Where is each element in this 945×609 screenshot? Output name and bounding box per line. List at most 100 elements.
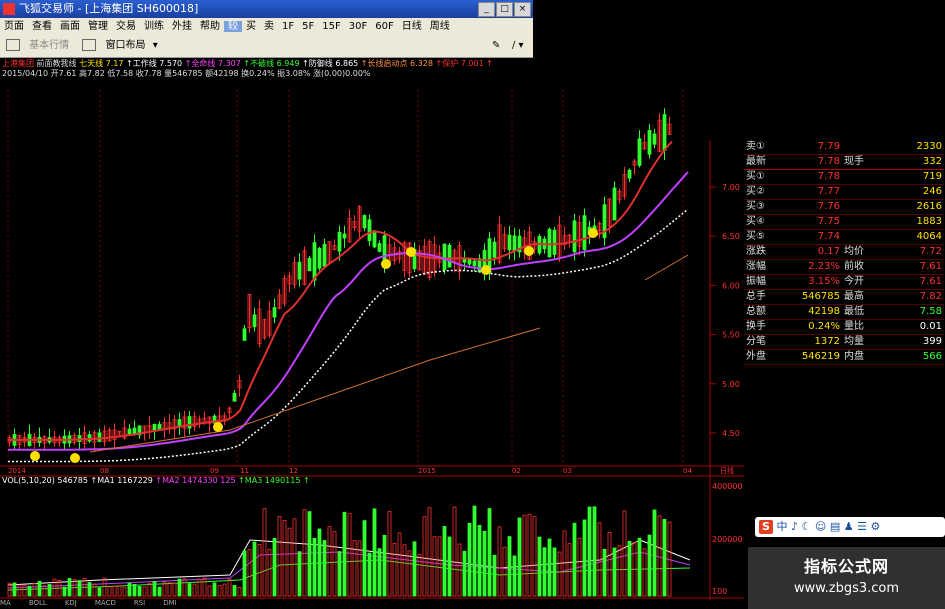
stat-value: 2.23%: [808, 261, 840, 272]
volume-bar: [637, 537, 642, 597]
volume-bar: [247, 549, 252, 597]
volume-bar: [492, 554, 497, 597]
volume-bar: [317, 528, 322, 597]
stat-label: 均价: [844, 246, 864, 257]
order-row: 买⑤ 7.74 4064: [744, 230, 944, 245]
ma-pink-line: [8, 171, 689, 451]
volume-bar: [92, 583, 97, 597]
volume-bar: [587, 506, 592, 597]
volume-bar: [382, 534, 387, 597]
order-price: 7.77: [817, 186, 840, 197]
candle-body: [467, 259, 472, 265]
stat-row: 振幅 3.15% 今开 7.61: [744, 275, 944, 290]
volume-bar: [42, 585, 47, 597]
order-row: 买④ 7.75 1883: [744, 215, 944, 230]
order-row: 买① 7.78 719: [744, 170, 944, 185]
volume-bar: [287, 527, 292, 597]
quote-panel: 卖① 7.79 2330 最新 7.78 现手 332 买① 7.78 719 买② 7.77 246 买…: [744, 140, 944, 365]
candle-body: [87, 434, 92, 442]
date-tick-label: 04: [683, 467, 692, 475]
volume-bar: [227, 578, 232, 597]
volume-bar: [482, 530, 487, 597]
smiley-signal-icon: [406, 247, 416, 257]
volume-bar: [112, 586, 117, 597]
volume-bar: [502, 546, 507, 597]
volume-bar: [257, 544, 262, 597]
volume-tick-label: 400000: [712, 482, 743, 491]
volume-bar: [262, 508, 267, 597]
volume-bar: [132, 584, 137, 597]
watermark-title: 指标公式网: [803, 557, 889, 576]
volume-bar: [662, 519, 667, 597]
volume-bar: [217, 585, 222, 597]
date-tick-label: 02: [512, 467, 521, 475]
price-tick-label: 5.50: [722, 331, 740, 340]
stat-value: 42198: [808, 306, 840, 317]
stat-label: 量比: [844, 321, 864, 332]
order-volume: 4064: [916, 231, 942, 242]
volume-bar: [512, 555, 517, 597]
stat-value: 399: [922, 336, 942, 347]
volume-bar: [297, 551, 302, 597]
candle-body: [627, 169, 632, 179]
order-label: 买④: [746, 216, 765, 227]
stat-row: 总手 546785 最高 7.82: [744, 290, 944, 305]
volume-bar: [362, 520, 367, 597]
order-volume: 1883: [916, 216, 942, 227]
volume-bar: [232, 585, 237, 597]
indicator-tab[interactable]: DMI: [163, 599, 177, 607]
date-tick-label: 08: [100, 467, 109, 475]
volume-bar: [437, 536, 442, 597]
volume-bar: [147, 583, 152, 597]
volume-bar: [392, 543, 397, 597]
stat-row: 分笔 1372 均量 399: [744, 335, 944, 350]
order-price: 7.78: [817, 171, 840, 182]
indicator-tab[interactable]: RSI: [134, 599, 145, 607]
smiley-signal-icon: [524, 246, 534, 256]
date-tick-label: 2014: [8, 467, 26, 475]
indicator-tab[interactable]: KDJ: [65, 599, 77, 607]
candle-body: [652, 133, 657, 145]
candle-body: [272, 307, 277, 318]
stat-label: 分笔: [746, 336, 766, 347]
ime-toolbar[interactable]: S 中 ♪ ☾ ☺ ▤ ♟ ☰ ⚙: [755, 517, 945, 537]
volume-bar: [347, 513, 352, 597]
volume-bar: [487, 508, 492, 597]
volume-bar: [522, 514, 527, 597]
volume-bar: [157, 586, 162, 597]
candle-body: [97, 432, 102, 442]
volume-bar: [657, 515, 662, 597]
indicator-tab[interactable]: MA: [0, 599, 11, 607]
volume-bar: [472, 505, 477, 597]
stat-row: 外盘 546219 内盘 566: [744, 350, 944, 365]
sogou-icon[interactable]: S: [759, 520, 773, 534]
volume-bar: [12, 582, 17, 597]
smiley-signal-icon: [481, 265, 491, 275]
volume-bar: [202, 577, 207, 597]
order-label: 卖①: [746, 141, 765, 152]
watermark-badge: 指标公式网 www.zbgs3.com: [748, 547, 945, 609]
date-tick-label: 11: [240, 467, 249, 475]
order-price: 7.79: [817, 141, 840, 152]
volume-bar: [467, 522, 472, 597]
indicator-tab[interactable]: BOLL: [29, 599, 47, 607]
volume-bar: [442, 526, 447, 597]
volume-bar: [477, 525, 482, 597]
candle-body: [447, 244, 452, 268]
volume-bar: [322, 540, 327, 597]
volume-bar: [627, 540, 632, 597]
indicator-tab[interactable]: MACD: [95, 599, 116, 607]
volume-bar: [332, 531, 337, 597]
volume-bar: [377, 548, 382, 597]
order-label: 买②: [746, 186, 765, 197]
volume-bar: [152, 581, 157, 597]
price-tick-label: 6.50: [722, 232, 740, 241]
volume-bar: [117, 585, 122, 597]
volume-bar: [252, 541, 257, 597]
volume-bar: [412, 541, 417, 597]
candle-body: [492, 241, 497, 258]
volume-bar: [537, 536, 542, 597]
ime-tools[interactable]: 中 ♪ ☾ ☺ ▤ ♟ ☰ ⚙: [777, 520, 881, 533]
volume-bar: [422, 516, 427, 597]
candle-body: [507, 234, 512, 251]
